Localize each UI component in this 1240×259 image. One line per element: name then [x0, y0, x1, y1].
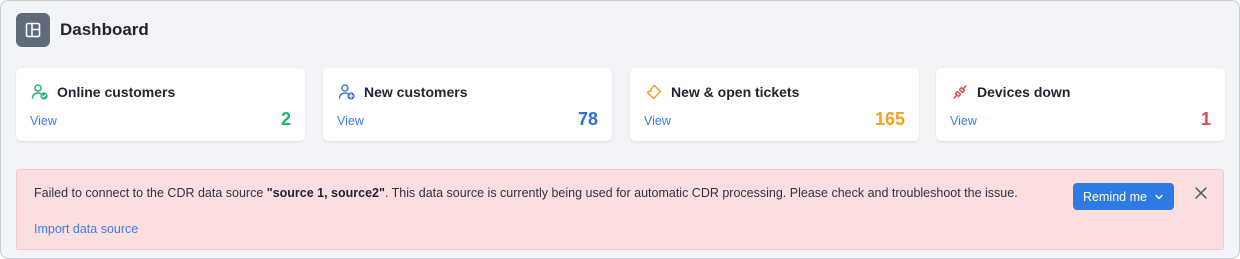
dashboard-panel: Dashboard Online customers View 2 New cu…: [0, 0, 1240, 259]
alert-message-prefix: Failed to connect to the CDR data source: [34, 186, 267, 200]
devices-down-count: 1: [1200, 109, 1211, 129]
card-label: Online customers: [57, 84, 176, 100]
new-customers-icon: [337, 82, 357, 102]
card-title: New customers: [337, 82, 467, 102]
ticket-icon: [644, 82, 664, 102]
cdr-error-alert: Failed to connect to the CDR data source…: [16, 169, 1224, 250]
devices-down-card: Devices down View 1: [936, 68, 1225, 141]
dashboard-layout-icon: [16, 13, 50, 47]
close-icon[interactable]: [1192, 184, 1210, 202]
new-customers-card: New customers View 78: [323, 68, 612, 141]
new-open-tickets-card: New & open tickets View 165: [630, 68, 919, 141]
card-label: Devices down: [977, 84, 1071, 100]
alert-message-sources: "source 1, source2": [266, 186, 385, 200]
import-data-source-link[interactable]: Import data source: [34, 222, 138, 236]
new-customers-count: 78: [577, 109, 598, 129]
remind-me-button[interactable]: Remind me: [1073, 183, 1174, 210]
view-online-customers-link[interactable]: View: [30, 114, 57, 128]
view-new-customers-link[interactable]: View: [337, 114, 364, 128]
card-title: Devices down: [950, 82, 1070, 102]
view-tickets-link[interactable]: View: [644, 114, 671, 128]
online-customers-count: 2: [280, 109, 291, 129]
alert-message: Failed to connect to the CDR data source…: [34, 186, 1018, 200]
view-devices-down-link[interactable]: View: [950, 114, 977, 128]
card-title: New & open tickets: [644, 82, 799, 102]
tickets-count: 165: [874, 109, 905, 129]
card-label: New & open tickets: [671, 84, 800, 100]
remind-me-label: Remind me: [1083, 189, 1147, 204]
alert-message-suffix: . This data source is currently being us…: [384, 186, 1018, 200]
disconnected-plug-icon: [950, 82, 970, 102]
online-customers-card: Online customers View 2: [16, 68, 305, 141]
page-title: Dashboard: [60, 20, 149, 39]
online-customers-icon: [30, 82, 50, 102]
chevron-down-icon: [1154, 192, 1164, 202]
card-title: Online customers: [30, 82, 175, 102]
card-label: New customers: [364, 84, 468, 100]
page-header: Dashboard: [16, 13, 149, 47]
